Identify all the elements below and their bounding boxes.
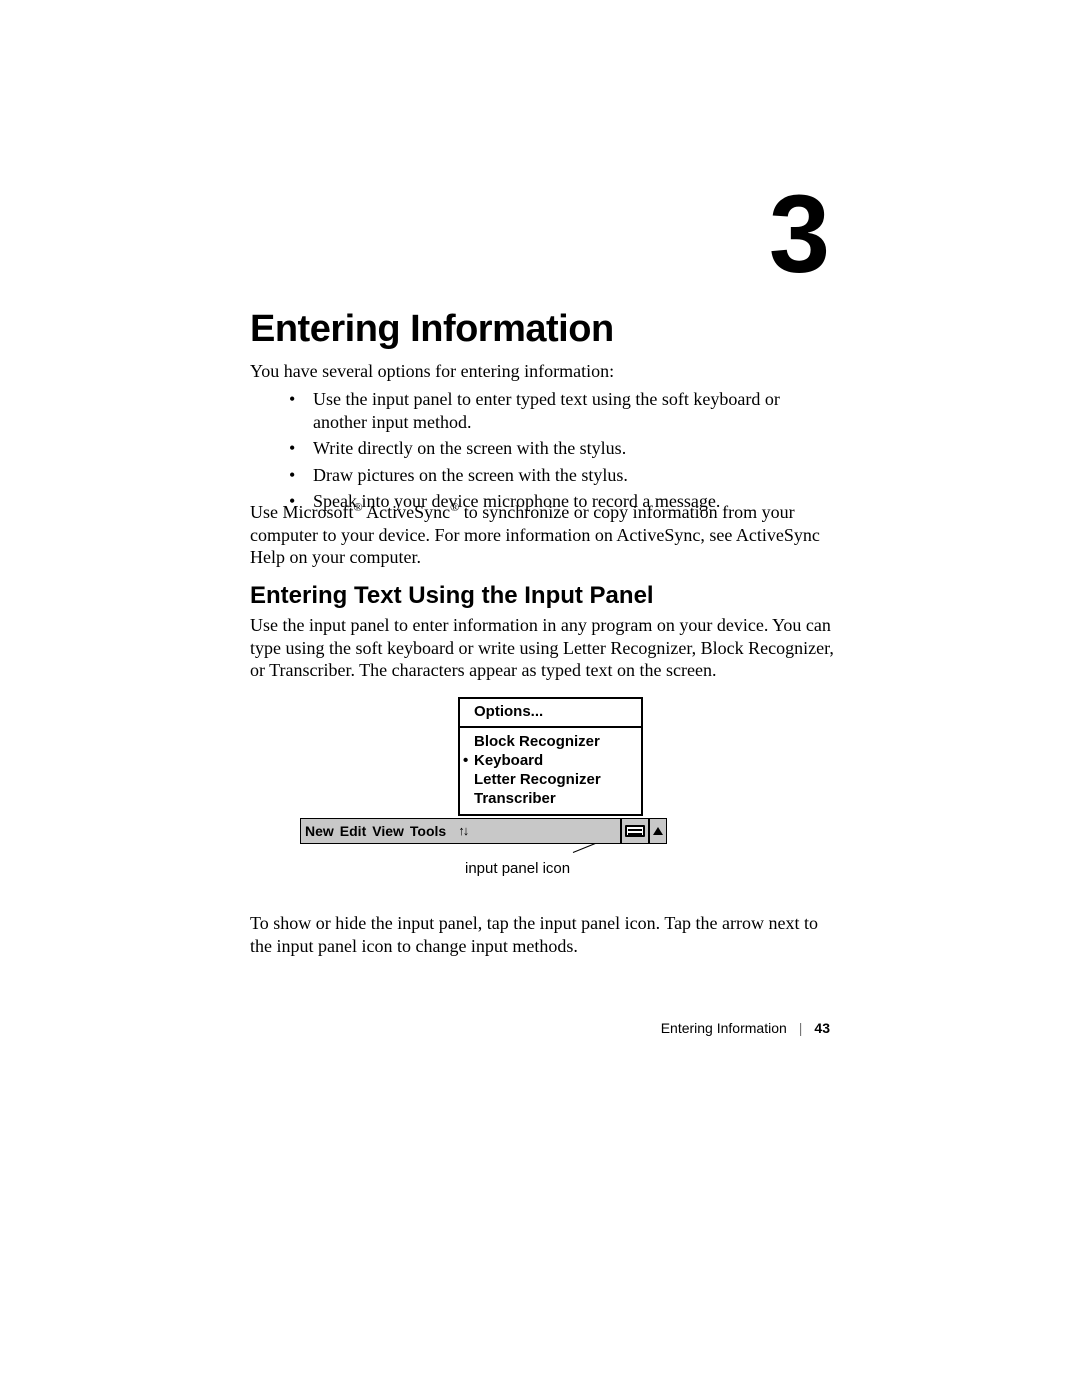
input-panel-paragraph: Use the input panel to enter information… — [250, 614, 835, 682]
page-title: Entering Information — [250, 308, 614, 351]
show-hide-paragraph: To show or hide the input panel, tap the… — [250, 912, 835, 957]
options-list: Use the input panel to enter typed text … — [285, 388, 830, 517]
chevron-up-icon — [653, 827, 663, 835]
taskbar: New Edit View Tools ↑↓ — [300, 818, 667, 844]
keyboard-icon — [625, 825, 645, 837]
section-heading: Entering Text Using the Input Panel — [250, 582, 654, 610]
text-run: Use Microsoft — [250, 502, 353, 522]
activesync-paragraph: Use Microsoft® ActiveSync® to synchroniz… — [250, 500, 835, 569]
menu-item-letter-recognizer[interactable]: Letter Recognizer — [460, 770, 641, 789]
intro-paragraph: You have several options for entering in… — [250, 360, 835, 383]
input-method-arrow-button[interactable] — [648, 819, 666, 843]
list-item: Write directly on the screen with the st… — [285, 437, 830, 460]
list-item: Use the input panel to enter typed text … — [285, 388, 830, 433]
registered-mark: ® — [353, 500, 362, 514]
taskbar-item-new[interactable]: New — [305, 823, 334, 839]
input-method-menu: Options... Block Recognizer Keyboard Let… — [458, 697, 643, 816]
taskbar-item-edit[interactable]: Edit — [340, 823, 366, 839]
list-item: Draw pictures on the screen with the sty… — [285, 464, 830, 487]
footer-separator: | — [799, 1020, 803, 1036]
taskbar-item-tools[interactable]: Tools — [410, 823, 446, 839]
taskbar-item-view[interactable]: View — [372, 823, 404, 839]
text-run: ActiveSync — [363, 502, 451, 522]
footer-section-name: Entering Information — [661, 1020, 787, 1036]
menu-item-options[interactable]: Options... — [460, 699, 641, 728]
input-method-list: Block Recognizer Keyboard Letter Recogni… — [460, 728, 641, 814]
sort-icon[interactable]: ↑↓ — [458, 823, 467, 839]
registered-mark: ® — [450, 500, 459, 514]
chapter-number: 3 — [769, 180, 830, 290]
menu-item-keyboard[interactable]: Keyboard — [460, 751, 641, 770]
input-panel-icon[interactable] — [620, 819, 648, 843]
callout-label: input panel icon — [465, 860, 570, 877]
page-footer: Entering Information | 43 — [661, 1020, 830, 1036]
menu-item-block-recognizer[interactable]: Block Recognizer — [460, 732, 641, 751]
menu-item-transcriber[interactable]: Transcriber — [460, 789, 641, 808]
footer-page-number: 43 — [814, 1020, 830, 1036]
